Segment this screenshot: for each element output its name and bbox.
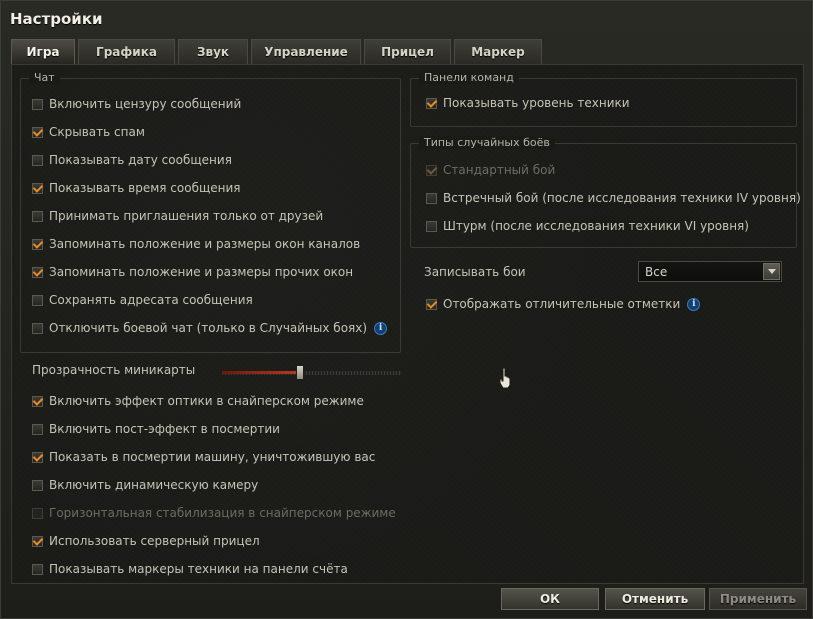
info-icon[interactable]: i: [374, 321, 388, 335]
checkbox-box: [32, 210, 43, 222]
chat-disable-battle-chat-checkbox[interactable]: Отключить боевой чат (только в Случайных…: [32, 320, 388, 336]
checkbox-label: Показывать маркеры техники на панели счё…: [49, 562, 348, 576]
postmortem-effect-checkbox[interactable]: Включить пост-эффект в посмертии: [32, 421, 280, 437]
checkbox-box: [32, 238, 43, 250]
checkbox-label: Отключить боевой чат (только в Случайных…: [49, 321, 368, 335]
chat-remember-windows-checkbox[interactable]: Запоминать положение и размеры прочих ок…: [32, 264, 353, 280]
show-killer-checkbox[interactable]: Показать в посмертии машину, уничтожившу…: [32, 449, 375, 465]
chat-censor-checkbox[interactable]: Включить цензуру сообщений: [32, 96, 241, 112]
settings-window: Настройки Игра Графика Звук Управление П…: [0, 0, 813, 619]
sniper-optics-effect-checkbox[interactable]: Включить эффект оптики в снайперском реж…: [32, 393, 364, 409]
encounter-battle-checkbox[interactable]: Встречный бой (после исследования техник…: [426, 190, 801, 206]
checkbox-label: Показать в посмертии машину, уничтожившу…: [49, 450, 376, 464]
info-icon[interactable]: i: [687, 297, 701, 311]
hand-cursor-icon: [499, 367, 511, 389]
checkbox-label: Показывать уровень техники: [443, 96, 630, 110]
ok-button[interactable]: ОК: [501, 588, 599, 610]
checkbox-box: [32, 154, 43, 166]
checkbox-box: [32, 294, 43, 306]
checkbox-label: Показывать время сообщения: [49, 181, 241, 195]
show-vehicle-tier-checkbox[interactable]: Показывать уровень техники: [426, 95, 630, 111]
checkbox-box: [32, 423, 43, 435]
checkbox-box: [426, 97, 437, 109]
tab-controls[interactable]: Управление: [251, 39, 361, 64]
bottom-button-bar: ОК Отменить Применить: [1, 585, 812, 619]
checkbox-box: [32, 182, 43, 194]
checkbox-label: Включить эффект оптики в снайперском реж…: [49, 394, 364, 408]
checkbox-label: Сохранять адресата сообщения: [49, 293, 253, 307]
chat-show-time-checkbox[interactable]: Показывать время сообщения: [32, 180, 241, 196]
chat-friends-invites-checkbox[interactable]: Принимать приглашения только от друзей: [32, 208, 323, 224]
checkbox-box: [32, 126, 43, 138]
checkbox-label: Принимать приглашения только от друзей: [49, 209, 324, 223]
checkbox-box: [32, 451, 43, 463]
tab-graphics[interactable]: Графика: [78, 39, 175, 64]
checkbox-label: Показывать дату сообщения: [49, 153, 232, 167]
checkbox-label: Включить динамическую камеру: [49, 478, 259, 492]
vehicle-markers-score-panel-checkbox[interactable]: Показывать маркеры техники на панели счё…: [32, 561, 348, 577]
checkbox-label: Включить цензуру сообщений: [49, 97, 242, 111]
minimap-transparency-slider[interactable]: [222, 365, 402, 381]
checkbox-box: [32, 563, 43, 575]
checkbox-box: [426, 298, 437, 310]
assault-battle-checkbox[interactable]: Штурм (после исследования техники VI уро…: [426, 218, 749, 234]
chat-save-recipient-checkbox[interactable]: Сохранять адресата сообщения: [32, 292, 253, 308]
battle-types-group-title: Типы случайных боёв: [419, 136, 555, 149]
chat-show-date-checkbox[interactable]: Показывать дату сообщения: [32, 152, 232, 168]
checkbox-box: [426, 164, 437, 176]
tab-sight[interactable]: Прицел: [364, 39, 451, 64]
checkbox-label: Встречный бой (после исследования техник…: [443, 191, 801, 205]
checkbox-box: [32, 322, 43, 334]
apply-button[interactable]: Применить: [709, 588, 807, 610]
dropdown-value: Все: [645, 264, 668, 279]
dynamic-camera-checkbox[interactable]: Включить динамическую камеру: [32, 477, 258, 493]
window-title: Настройки: [10, 10, 103, 28]
checkbox-label: Запоминать положение и размеры окон кана…: [49, 237, 361, 251]
chat-group-title: Чат: [29, 71, 60, 84]
settings-panel: Чат Включить цензуру сообщений Скрывать …: [11, 64, 804, 584]
checkbox-label: Стандартный бой: [443, 163, 556, 177]
checkbox-label: Включить пост-эффект в посмертии: [49, 422, 280, 436]
tab-game[interactable]: Игра: [11, 39, 75, 64]
checkbox-box: [32, 98, 43, 110]
minimap-transparency-label: Прозрачность миникарты: [32, 363, 196, 377]
checkbox-label: Скрывать спам: [49, 125, 145, 139]
checkbox-label: Использовать серверный прицел: [49, 534, 260, 548]
cancel-button[interactable]: Отменить: [605, 588, 705, 610]
chat-remember-channels-checkbox[interactable]: Запоминать положение и размеры окон кана…: [32, 236, 360, 252]
checkbox-box: [32, 507, 43, 519]
checkbox-box: [32, 535, 43, 547]
checkbox-box: [426, 192, 437, 204]
checkbox-label: Горизонтальная стабилизация в снайперско…: [49, 506, 396, 520]
checkbox-label: Отображать отличительные отметки: [443, 297, 681, 311]
tab-marker[interactable]: Маркер: [454, 39, 542, 64]
show-marks-checkbox[interactable]: Отображать отличительные отметки i: [426, 296, 701, 312]
slider-thumb[interactable]: [296, 365, 304, 380]
slider-fill: [222, 371, 300, 374]
chevron-down-icon[interactable]: [763, 263, 780, 280]
horizontal-stabilization-checkbox: Горизонтальная стабилизация в снайперско…: [32, 505, 396, 521]
checkbox-label: Запоминать положение и размеры прочих ок…: [49, 265, 354, 279]
checkbox-box: [32, 479, 43, 491]
checkbox-box: [32, 395, 43, 407]
tab-sound[interactable]: Звук: [178, 39, 248, 64]
record-battles-dropdown[interactable]: Все: [638, 261, 782, 282]
chat-hide-spam-checkbox[interactable]: Скрывать спам: [32, 124, 145, 140]
standard-battle-checkbox: Стандартный бой: [426, 162, 555, 178]
checkbox-box: [32, 266, 43, 278]
checkbox-box: [426, 220, 437, 232]
checkbox-label: Штурм (после исследования техники VI уро…: [443, 219, 749, 233]
command-panels-group-title: Панели команд: [419, 71, 519, 84]
server-reticle-checkbox[interactable]: Использовать серверный прицел: [32, 533, 260, 549]
record-battles-label: Записывать бои: [424, 265, 526, 279]
